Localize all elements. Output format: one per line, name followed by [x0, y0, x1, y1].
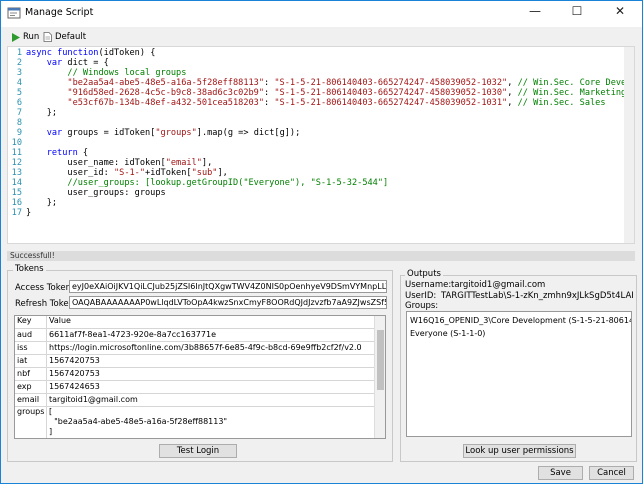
save-button[interactable]: Save — [538, 466, 583, 480]
table-row[interactable]: exp 1567424653 — [15, 381, 375, 394]
line-number: 12 — [11, 158, 22, 168]
code-text: // Windows local groups — [67, 68, 187, 78]
code-text: var dict = { — [46, 58, 109, 68]
code-text: user_id: "S-1-"+idToken["sub"], — [26, 168, 228, 178]
editor-vertical-scrollbar[interactable] — [624, 47, 634, 243]
grid-cell-key: iss — [15, 342, 47, 354]
code-text: async function(idToken) { — [26, 48, 156, 58]
groups-json-line: "be2aa5a4-abe5-48e5-a16a-5f28eff88113" — [49, 417, 228, 426]
grid-cell-key: nbf — [15, 368, 47, 380]
grid-cell-key: iat — [15, 355, 47, 367]
userid-value: TARGITTestLab\S-1-zKn_zmhn9xJLkSgD5t4LAP… — [441, 291, 633, 301]
grid-vertical-scrollbar[interactable] — [374, 316, 385, 438]
code-text: }; — [26, 198, 58, 208]
table-row[interactable]: iss https://login.microsoftonline.com/3b8… — [15, 342, 375, 355]
document-icon — [43, 32, 52, 42]
grid-cell-value: 1567420753 — [49, 369, 100, 378]
grid-cell-value: [ "be2aa5a4-abe5-48e5-a16a-5f28eff88113"… — [47, 407, 375, 438]
cancel-button[interactable]: Cancel — [589, 466, 634, 480]
line-number: 6 — [16, 98, 22, 108]
refresh-token-label: Refresh Token: — [15, 299, 77, 309]
groups-label: Groups: — [405, 301, 439, 311]
username-label: Username: — [405, 280, 452, 290]
userid-label: UserID: — [405, 291, 437, 301]
default-button[interactable]: Default — [43, 30, 86, 44]
line-number: 7 — [16, 108, 22, 118]
close-button[interactable]: ✕ — [599, 1, 641, 23]
line-number: 16 — [11, 198, 22, 208]
grid-cell-value: 6611af7f-8ea1-4723-920e-8a7cc163771e — [49, 330, 216, 339]
run-label: Run — [23, 32, 40, 42]
script-window-icon — [7, 7, 21, 19]
code-text: "be2aa5a4-abe5-48e5-a16a-5f28eff88113": … — [67, 78, 634, 88]
script-editor[interactable]: 1 async function(idToken) { 2 var dict = {… — [7, 46, 635, 244]
list-item[interactable]: Everyone (S-1-1-0) — [410, 329, 485, 338]
play-icon — [12, 32, 20, 42]
lookup-permissions-button[interactable]: Look up user permissions — [463, 444, 576, 458]
code-text: "916d58ed-2628-4c5c-b9c8-38ad6c3c02b9": … — [67, 88, 627, 98]
groups-json-line: [ — [49, 407, 53, 416]
code-text: return { — [46, 148, 89, 158]
manage-script-window: Manage Script — ☐ ✕ Run Default 1 async f… — [0, 0, 643, 484]
code-text: "e53cf67b-134b-48ef-a432-501cea518203": … — [67, 98, 606, 108]
access-token-label: Access Token: — [15, 283, 74, 293]
window-title: Manage Script — [25, 7, 94, 18]
table-row[interactable]: email targitoid1@gmail.com — [15, 394, 375, 407]
groups-list[interactable]: W16Q16_OPENID_3\Core Development (S-1-5-… — [406, 311, 632, 437]
code-text: var groups = idToken["groups"].map(g => … — [46, 128, 301, 138]
default-label: Default — [55, 32, 87, 42]
scrollbar-thumb[interactable] — [377, 330, 384, 390]
list-item[interactable]: W16Q16_OPENID_3\Core Development (S-1-5-… — [410, 316, 631, 325]
line-number: 17 — [11, 208, 22, 218]
line-number: 4 — [16, 78, 22, 88]
outputs-legend: Outputs — [405, 269, 443, 279]
editor-horizontal-scrollbar[interactable] — [7, 244, 635, 251]
grid-header-row: Key Value — [15, 316, 375, 329]
grid-cell-value: 1567420753 — [49, 356, 100, 365]
line-number: 10 — [11, 138, 22, 148]
code-text: //user_groups: [lookup.getGroupID("Every… — [67, 178, 389, 188]
grid-col-key[interactable]: Key — [15, 316, 47, 328]
grid-col-value[interactable]: Value — [47, 316, 375, 328]
test-login-button[interactable]: Test Login — [159, 444, 237, 458]
grid-cell-key: aud — [15, 329, 47, 341]
title-bar: Manage Script — ☐ ✕ — [1, 1, 642, 27]
line-number: 5 — [16, 88, 22, 98]
table-row[interactable]: groups [ "be2aa5a4-abe5-48e5-a16a-5f28ef… — [15, 407, 375, 438]
grid-cell-value: https://login.microsoftonline.com/3b8865… — [49, 343, 362, 352]
grid-cell-value: targitoid1@gmail.com — [49, 395, 138, 404]
toolbar: Run Default — [1, 28, 642, 46]
line-number: 9 — [16, 128, 22, 138]
grid-cell-key: email — [15, 394, 47, 406]
code-text: user_name: idToken["email"], — [26, 158, 213, 168]
code-text: }; — [26, 108, 58, 118]
code-text: user_groups: groups — [26, 188, 166, 198]
refresh-token-field[interactable]: OAQABAAAAAAAP0wLlqdLVToOpA4kwzSnxCmyF8OO… — [69, 296, 387, 309]
line-number: 3 — [16, 68, 22, 78]
line-number: 1 — [16, 48, 22, 58]
access-token-field[interactable]: eyJ0eXAiOiJKV1QiLCJub25jZSI6InJtQXgwTWV4… — [69, 280, 387, 293]
line-number: 14 — [11, 178, 22, 188]
line-number: 11 — [11, 148, 22, 158]
grid-cell-value: 1567424653 — [49, 382, 100, 391]
grid-cell-key: exp — [15, 381, 47, 393]
line-number: 8 — [16, 118, 22, 128]
username-value: targitoid1@gmail.com — [451, 280, 546, 290]
run-button[interactable]: Run — [11, 30, 39, 44]
table-row[interactable]: nbf 1567420753 — [15, 368, 375, 381]
line-number: 15 — [11, 188, 22, 198]
token-claims-grid[interactable]: Key Value aud 6611af7f-8ea1-4723-920e-8a7… — [14, 315, 386, 439]
groups-json-line: ] — [49, 427, 53, 436]
minimize-button[interactable]: — — [514, 1, 556, 23]
table-row[interactable]: iat 1567420753 — [15, 355, 375, 368]
table-row[interactable]: aud 6611af7f-8ea1-4723-920e-8a7cc163771e — [15, 329, 375, 342]
grid-cell-key: groups — [15, 407, 47, 438]
status-bar: Successfull! — [7, 251, 635, 261]
tokens-legend: Tokens — [13, 264, 46, 274]
maximize-button[interactable]: ☐ — [556, 1, 598, 23]
line-number: 13 — [11, 168, 22, 178]
code-text: } — [26, 208, 32, 218]
line-number: 2 — [16, 58, 22, 68]
